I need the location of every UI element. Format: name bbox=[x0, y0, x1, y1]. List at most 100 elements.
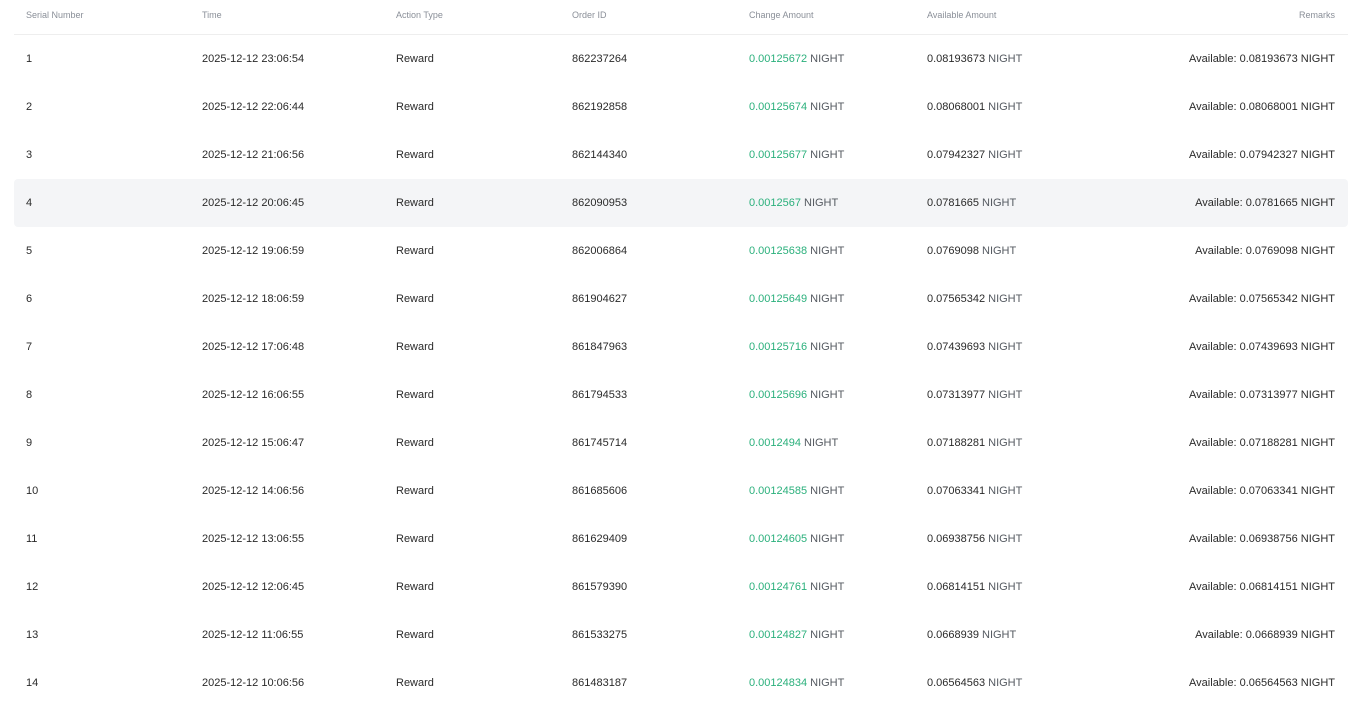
action-type-cell: Reward bbox=[396, 323, 434, 371]
order-id-value: 862192858 bbox=[572, 101, 628, 113]
table-row[interactable]: 5 2025-12-12 19:06:59 Reward 862006864 0.001… bbox=[14, 227, 1348, 275]
available-amount-unit: NIGHT bbox=[988, 581, 1023, 593]
order-id-cell: 862192858 bbox=[572, 83, 627, 131]
header-action-type: Action Type bbox=[396, 10, 443, 20]
available-amount-cell: 0.07942327 NIGHT bbox=[927, 131, 1022, 179]
remarks-value: Available: 0.07313977 NIGHT bbox=[1189, 389, 1335, 401]
change-amount-value: 0.00125672 bbox=[749, 53, 808, 65]
remarks-value: Available: 0.08193673 NIGHT bbox=[1189, 53, 1335, 65]
table-row[interactable]: 12 2025-12-12 12:06:45 Reward 861579390 0.00… bbox=[14, 563, 1348, 611]
remarks-value: Available: 0.06938756 NIGHT bbox=[1189, 533, 1335, 545]
available-amount-unit: NIGHT bbox=[988, 149, 1023, 161]
time-cell: 2025-12-12 15:06:47 bbox=[202, 419, 304, 467]
order-id-cell: 861579390 bbox=[572, 563, 627, 611]
serial-number-cell: 13 bbox=[26, 611, 38, 659]
change-amount-unit: NIGHT bbox=[804, 197, 839, 209]
time-value: 2025-12-12 12:06:45 bbox=[202, 581, 305, 593]
available-amount-cell: 0.0781665 NIGHT bbox=[927, 179, 1016, 227]
serial-number-cell: 12 bbox=[26, 563, 38, 611]
order-id-cell: 861685606 bbox=[572, 467, 627, 515]
change-amount-value: 0.00125674 bbox=[749, 101, 808, 113]
change-amount-unit: NIGHT bbox=[810, 389, 845, 401]
change-amount-cell: 0.00124605 NIGHT bbox=[749, 515, 844, 563]
serial-number-cell: 10 bbox=[26, 467, 38, 515]
serial-number-value: 1 bbox=[26, 53, 33, 65]
table-row[interactable]: 2 2025-12-12 22:06:44 Reward 862192858 0.001… bbox=[14, 83, 1348, 131]
action-type-value: Reward bbox=[396, 533, 434, 545]
change-amount-unit: NIGHT bbox=[810, 293, 845, 305]
change-amount-cell: 0.0012567 NIGHT bbox=[749, 179, 838, 227]
available-amount-value: 0.0781665 bbox=[927, 197, 979, 209]
action-type-value: Reward bbox=[396, 485, 434, 497]
remarks-value: Available: 0.07188281 NIGHT bbox=[1189, 437, 1335, 449]
remarks-cell: Available: 0.07063341 NIGHT bbox=[1189, 467, 1335, 515]
header-available-amount: Available Amount bbox=[927, 10, 997, 20]
remarks-cell: Available: 0.06938756 NIGHT bbox=[1189, 515, 1335, 563]
order-id-cell: 861745714 bbox=[572, 419, 627, 467]
time-value: 2025-12-12 13:06:55 bbox=[202, 533, 305, 545]
time-cell: 2025-12-12 12:06:45 bbox=[202, 563, 304, 611]
time-cell: 2025-12-12 20:06:45 bbox=[202, 179, 304, 227]
available-amount-value: 0.06564563 bbox=[927, 677, 986, 689]
action-type-cell: Reward bbox=[396, 611, 434, 659]
available-amount-value: 0.06814151 bbox=[927, 581, 986, 593]
order-id-cell: 861904627 bbox=[572, 275, 627, 323]
table-row[interactable]: 9 2025-12-12 15:06:47 Reward 861745714 0.001… bbox=[14, 419, 1348, 467]
time-cell: 2025-12-12 11:06:55 bbox=[202, 611, 303, 659]
serial-number-cell: 2 bbox=[26, 83, 32, 131]
available-amount-cell: 0.06938756 NIGHT bbox=[927, 515, 1022, 563]
header-time: Time bbox=[202, 10, 222, 20]
remarks-value: Available: 0.0769098 NIGHT bbox=[1195, 245, 1335, 257]
serial-number-value: 7 bbox=[26, 341, 33, 353]
change-amount-value: 0.0012494 bbox=[749, 437, 801, 449]
change-amount-cell: 0.00124827 NIGHT bbox=[749, 611, 844, 659]
order-id-cell: 862144340 bbox=[572, 131, 627, 179]
available-amount-cell: 0.06814151 NIGHT bbox=[927, 563, 1022, 611]
change-amount-value: 0.00124761 bbox=[749, 581, 808, 593]
order-id-cell: 861533275 bbox=[572, 611, 627, 659]
transaction-history-table: Serial Number Time Action Type Order ID … bbox=[14, 0, 1348, 707]
change-amount-cell: 0.00125696 NIGHT bbox=[749, 371, 844, 419]
available-amount-cell: 0.07439693 NIGHT bbox=[927, 323, 1022, 371]
action-type-cell: Reward bbox=[396, 515, 434, 563]
available-amount-unit: NIGHT bbox=[988, 533, 1023, 545]
remarks-cell: Available: 0.08068001 NIGHT bbox=[1189, 83, 1335, 131]
time-cell: 2025-12-12 14:06:56 bbox=[202, 467, 304, 515]
change-amount-unit: NIGHT bbox=[810, 149, 845, 161]
remarks-cell: Available: 0.0781665 NIGHT bbox=[1195, 179, 1335, 227]
action-type-value: Reward bbox=[396, 149, 434, 161]
time-value: 2025-12-12 11:06:55 bbox=[202, 629, 304, 641]
remarks-cell: Available: 0.07565342 NIGHT bbox=[1189, 275, 1335, 323]
order-id-value: 862090953 bbox=[572, 197, 628, 209]
remarks-value: Available: 0.07942327 NIGHT bbox=[1189, 149, 1335, 161]
table-row[interactable]: 13 2025-12-12 11:06:55 Reward 861533275 0.00… bbox=[14, 611, 1348, 659]
serial-number-value: 12 bbox=[26, 581, 39, 593]
change-amount-value: 0.0012567 bbox=[749, 197, 801, 209]
table-row[interactable]: 3 2025-12-12 21:06:56 Reward 862144340 0.001… bbox=[14, 131, 1348, 179]
action-type-cell: Reward bbox=[396, 83, 434, 131]
serial-number-value: 8 bbox=[26, 389, 33, 401]
remarks-cell: Available: 0.07188281 NIGHT bbox=[1189, 419, 1335, 467]
serial-number-cell: 3 bbox=[26, 131, 32, 179]
remarks-value: Available: 0.0668939 NIGHT bbox=[1195, 629, 1335, 641]
table-body: 1 2025-12-12 23:06:54 Reward 862237264 0.001… bbox=[14, 35, 1348, 707]
order-id-value: 861794533 bbox=[572, 389, 628, 401]
table-row[interactable]: 4 2025-12-12 20:06:45 Reward 862090953 0.001… bbox=[14, 179, 1348, 227]
time-cell: 2025-12-12 13:06:55 bbox=[202, 515, 304, 563]
time-value: 2025-12-12 21:06:56 bbox=[202, 149, 305, 161]
available-amount-value: 0.07439693 bbox=[927, 341, 986, 353]
action-type-value: Reward bbox=[396, 53, 434, 65]
table-row[interactable]: 1 2025-12-12 23:06:54 Reward 862237264 0.001… bbox=[14, 35, 1348, 83]
time-value: 2025-12-12 14:06:56 bbox=[202, 485, 305, 497]
serial-number-cell: 4 bbox=[26, 179, 32, 227]
table-row[interactable]: 8 2025-12-12 16:06:55 Reward 861794533 0.001… bbox=[14, 371, 1348, 419]
time-cell: 2025-12-12 21:06:56 bbox=[202, 131, 304, 179]
header-order-id: Order ID bbox=[572, 10, 607, 20]
table-row[interactable]: 11 2025-12-12 13:06:55 Reward 861629409 0.00… bbox=[14, 515, 1348, 563]
action-type-cell: Reward bbox=[396, 419, 434, 467]
table-row[interactable]: 7 2025-12-12 17:06:48 Reward 861847963 0.001… bbox=[14, 323, 1348, 371]
order-id-value: 861483187 bbox=[572, 677, 628, 689]
table-row[interactable]: 10 2025-12-12 14:06:56 Reward 861685606 0.00… bbox=[14, 467, 1348, 515]
remarks-value: Available: 0.07439693 NIGHT bbox=[1189, 341, 1335, 353]
table-row[interactable]: 6 2025-12-12 18:06:59 Reward 861904627 0.001… bbox=[14, 275, 1348, 323]
